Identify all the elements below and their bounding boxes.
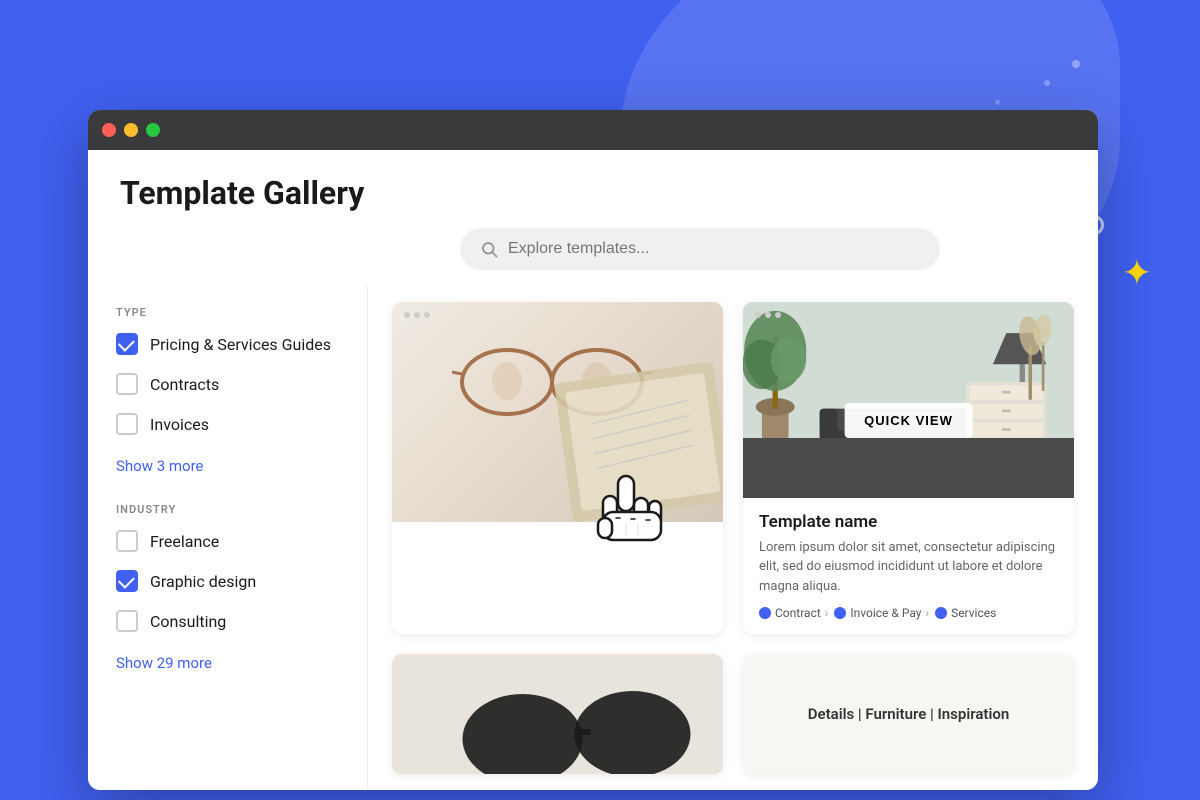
- industry-filter-label: INDUSTRY: [116, 503, 339, 516]
- checkbox-freelance[interactable]: [116, 530, 138, 552]
- traffic-light-minimize[interactable]: [124, 123, 138, 137]
- gallery-area: QUICK VIEW Template name Lorem ipsum dol…: [368, 286, 1098, 790]
- filter-item-invoices[interactable]: Invoices: [116, 413, 339, 435]
- tag-sep-1: ›: [825, 606, 829, 620]
- card-image-3: [392, 654, 723, 774]
- card-dark-bar: [743, 438, 1074, 498]
- template-card-4[interactable]: Details | Furniture | Inspiration: [743, 654, 1074, 774]
- filter-label-invoices: Invoices: [150, 415, 209, 434]
- bg-dot-2: [1044, 80, 1050, 86]
- filter-label-contracts: Contracts: [150, 375, 219, 394]
- traffic-light-close[interactable]: [102, 123, 116, 137]
- card-image-1: [392, 302, 723, 522]
- quick-view-button[interactable]: QUICK VIEW: [844, 403, 973, 438]
- bg-dot-3: [995, 100, 1000, 105]
- card-dot: [765, 312, 771, 318]
- page-header: Template Gallery: [88, 150, 1098, 228]
- card-dot: [414, 312, 420, 318]
- tag-services: Services: [935, 606, 996, 620]
- filter-label-graphic-design: Graphic design: [150, 572, 256, 591]
- card-desc-2: Lorem ipsum dolor sit amet, consectetur …: [759, 538, 1058, 597]
- card-dots-1: [404, 312, 430, 318]
- search-bar: [460, 228, 940, 270]
- industry-show-more-link[interactable]: Show 29 more: [116, 654, 212, 672]
- checkbox-graphic-design[interactable]: [116, 570, 138, 592]
- card-image-2: QUICK VIEW: [743, 302, 1074, 498]
- filter-label-pricing: Pricing & Services Guides: [150, 335, 331, 354]
- tag-sep-2: ›: [925, 606, 929, 620]
- template-card-2[interactable]: QUICK VIEW Template name Lorem ipsum dol…: [743, 302, 1074, 634]
- checkbox-contracts[interactable]: [116, 373, 138, 395]
- tag-label-services: Services: [951, 606, 996, 620]
- traffic-light-fullscreen[interactable]: [146, 123, 160, 137]
- checkbox-invoices[interactable]: [116, 413, 138, 435]
- bg-dot-1: [1072, 60, 1080, 68]
- star-decoration: ✦: [1122, 255, 1152, 291]
- checkbox-pricing[interactable]: [116, 333, 138, 355]
- card-dots-2: [755, 312, 781, 318]
- type-filter-section: TYPE Pricing & Services Guides Contracts…: [116, 306, 339, 475]
- card-image-4: Details | Furniture | Inspiration: [743, 654, 1074, 774]
- tag-icon-contract: [759, 607, 771, 619]
- browser-content: Template Gallery TYPE Pric: [88, 150, 1098, 790]
- card-dot: [424, 312, 430, 318]
- search-icon: [480, 240, 498, 258]
- sidebar: TYPE Pricing & Services Guides Contracts…: [88, 286, 368, 790]
- tag-icon-invoice: [834, 607, 846, 619]
- gallery-grid: QUICK VIEW Template name Lorem ipsum dol…: [368, 286, 1098, 790]
- industry-filter-section: INDUSTRY Freelance Graphic design Consul…: [116, 503, 339, 672]
- filter-item-consulting[interactable]: Consulting: [116, 610, 339, 632]
- type-filter-label: TYPE: [116, 306, 339, 319]
- filter-item-contracts[interactable]: Contracts: [116, 373, 339, 395]
- tag-contract: Contract ›: [759, 606, 828, 620]
- filter-item-graphic-design[interactable]: Graphic design: [116, 570, 339, 592]
- filter-item-pricing[interactable]: Pricing & Services Guides: [116, 333, 339, 355]
- type-show-more-link[interactable]: Show 3 more: [116, 457, 203, 475]
- filter-label-freelance: Freelance: [150, 532, 219, 551]
- template-card-3[interactable]: [392, 654, 723, 774]
- card-info-1: [392, 522, 723, 550]
- template-card-1[interactable]: [392, 302, 723, 634]
- filter-item-freelance[interactable]: Freelance: [116, 530, 339, 552]
- filter-label-consulting: Consulting: [150, 612, 226, 631]
- tag-icon-services: [935, 607, 947, 619]
- browser-window: Template Gallery TYPE Pric: [88, 110, 1098, 790]
- card4-text: Details | Furniture | Inspiration: [788, 685, 1029, 743]
- tag-invoice: Invoice & Pay ›: [834, 606, 929, 620]
- checkbox-consulting[interactable]: [116, 610, 138, 632]
- card-dot: [404, 312, 410, 318]
- tag-label-contract: Contract: [775, 606, 821, 620]
- main-layout: TYPE Pricing & Services Guides Contracts…: [88, 286, 1098, 790]
- card-dot: [775, 312, 781, 318]
- search-input[interactable]: [508, 240, 920, 258]
- browser-titlebar: [88, 110, 1098, 150]
- notebook-image: [543, 362, 723, 522]
- card-dot: [755, 312, 761, 318]
- card-title-2: Template name: [759, 512, 1058, 532]
- card-info-2: Template name Lorem ipsum dolor sit amet…: [743, 498, 1074, 635]
- search-container: [88, 228, 1098, 286]
- card-tags-2: Contract › Invoice & Pay ›: [759, 606, 1058, 620]
- card3-scene: [392, 654, 723, 774]
- tag-label-invoice: Invoice & Pay: [850, 606, 921, 620]
- page-title: Template Gallery: [120, 174, 1066, 212]
